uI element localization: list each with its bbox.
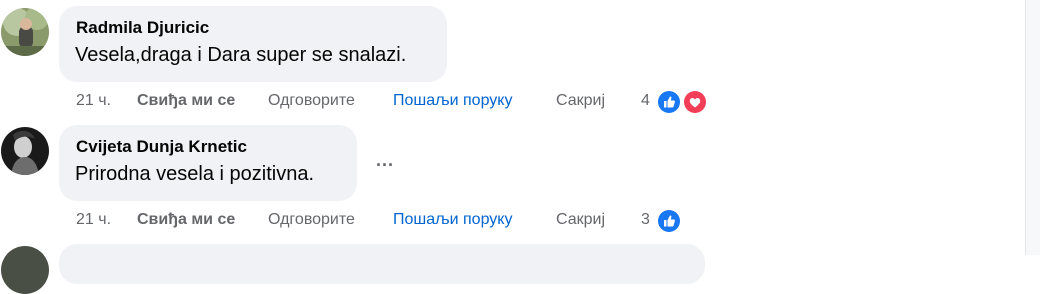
comment-text: Prirodna vesela i pozitivna. [75, 163, 315, 185]
hide-button[interactable]: Сакриј [556, 211, 605, 229]
send-message-button[interactable]: Пошаљи поруку [393, 211, 512, 229]
hide-button[interactable]: Сакриј [556, 92, 605, 110]
comment-actions: 21 ч. Свиђа ми се Одговорите Пошаљи пору… [0, 90, 720, 114]
heart-icon[interactable] [682, 89, 708, 115]
reply-button[interactable]: Одговорите [268, 211, 355, 229]
comment-text: Vesela,draga i Dara super se snalazi. [75, 44, 407, 66]
comment-actions: 21 ч. Свиђа ми се Одговорите Пошаљи пору… [0, 209, 720, 233]
comment-author[interactable]: Radmila Djuricic [76, 18, 209, 38]
scrollbar[interactable] [1025, 0, 1040, 255]
reaction-count[interactable]: 3 [641, 211, 650, 229]
avatar[interactable] [1, 8, 49, 56]
like-button[interactable]: Свиђа ми се [137, 92, 235, 110]
reaction-count[interactable]: 4 [641, 92, 650, 110]
avatar[interactable] [1, 127, 49, 175]
comment-author[interactable]: Cvijeta Dunja Krnetic [76, 137, 247, 157]
like-button[interactable]: Свиђа ми се [137, 211, 235, 229]
comment-bubble [59, 244, 705, 284]
like-icon[interactable] [656, 89, 682, 115]
reply-button[interactable]: Одговорите [268, 92, 355, 110]
like-icon[interactable] [656, 208, 682, 234]
avatar[interactable] [1, 246, 49, 294]
comment-time[interactable]: 21 ч. [76, 211, 111, 229]
comment-time[interactable]: 21 ч. [76, 92, 111, 110]
comment-bubble: Cvijeta Dunja Krnetic Prirodna vesela i … [59, 125, 357, 201]
comment-bubble: Radmila Djuricic Vesela,draga i Dara sup… [59, 6, 447, 82]
more-options-icon[interactable]: ... [372, 151, 398, 179]
send-message-button[interactable]: Пошаљи поруку [393, 92, 512, 110]
